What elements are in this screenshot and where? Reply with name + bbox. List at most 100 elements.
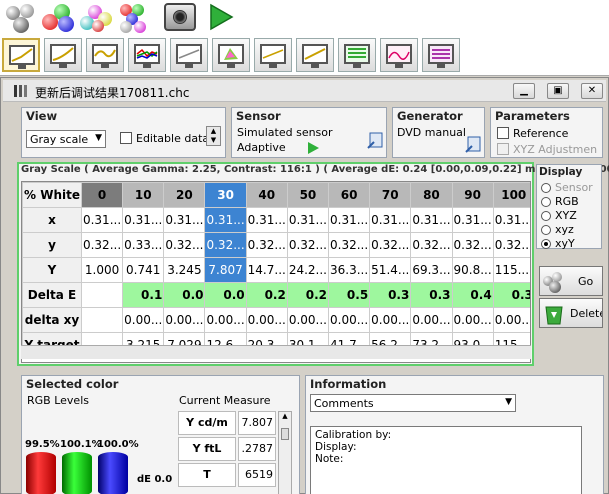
table-cell[interactable]: 0.00...: [204, 307, 247, 333]
table-cell[interactable]: 0.00...: [451, 307, 494, 333]
table-cell[interactable]: 51.4...: [369, 257, 412, 283]
close-button[interactable]: ✕: [581, 83, 603, 99]
table-cell[interactable]: 3.245: [163, 257, 206, 283]
table-cell[interactable]: 0.00...: [327, 307, 371, 333]
table-cell[interactable]: 0.3: [410, 282, 453, 308]
column-header[interactable]: 90: [451, 182, 494, 208]
information-select[interactable]: Comments ▼: [310, 394, 516, 412]
measures-list-icon[interactable]: [338, 38, 376, 72]
table-cell[interactable]: 0.31...: [204, 207, 247, 233]
table-cell[interactable]: 0.0: [204, 282, 247, 308]
table-cell[interactable]: 0.31...: [245, 207, 288, 233]
view-spin-button[interactable]: ▲ ▼: [206, 126, 221, 146]
table-cell[interactable]: 0.32...: [245, 232, 288, 258]
table-cell[interactable]: 0.32...: [327, 232, 371, 258]
table-cell[interactable]: 0.32...: [204, 232, 247, 258]
camera-icon[interactable]: [164, 3, 196, 31]
go-button[interactable]: Go: [539, 266, 603, 296]
table-cell[interactable]: 0.00...: [286, 307, 330, 333]
table-cell[interactable]: [80, 282, 124, 308]
gamma-log-graph-icon[interactable]: [296, 38, 334, 72]
table-cell[interactable]: 0.32...: [451, 232, 494, 258]
grayscale-table[interactable]: % White 0 10 20 30 40 50 60 70 80 90 100 x 0.31... 0.…: [21, 181, 531, 363]
measure-secondaries-icon[interactable]: [78, 2, 114, 34]
table-cell[interactable]: 0.32...: [163, 232, 206, 258]
table-cell[interactable]: 0.31...: [451, 207, 494, 233]
gamma-monitor-icon[interactable]: [2, 38, 40, 72]
measure-primaries-icon[interactable]: [40, 2, 76, 34]
measure-grays-icon[interactable]: [4, 2, 38, 34]
table-cell[interactable]: 7.807: [204, 257, 247, 283]
table-cell[interactable]: 0.4: [451, 282, 494, 308]
restore-button[interactable]: ▣: [547, 83, 569, 99]
measures-scrollbar[interactable]: ▲: [278, 411, 292, 494]
table-cell[interactable]: 0.31...: [410, 207, 453, 233]
minimize-button[interactable]: ▁: [513, 83, 535, 99]
table-cell[interactable]: 69.3...: [410, 257, 453, 283]
table-cell[interactable]: 0.31...: [163, 207, 206, 233]
display-option-xyz[interactable]: XYZ: [541, 209, 601, 223]
table-cell[interactable]: 0.33...: [122, 232, 165, 258]
table-cell[interactable]: 0.31...: [122, 207, 165, 233]
table-cell[interactable]: 0.00...: [245, 307, 288, 333]
table-cell[interactable]: 0.1: [122, 282, 165, 308]
rgb-levels-graph-icon[interactable]: [128, 38, 166, 72]
table-cell[interactable]: 0.31...: [80, 207, 124, 233]
display-option-sensor[interactable]: Sensor: [541, 181, 601, 195]
table-cell[interactable]: 0.32...: [492, 232, 530, 258]
measure-all-colors-icon[interactable]: [118, 2, 154, 34]
sensor-play-icon[interactable]: [306, 141, 320, 155]
table-cell[interactable]: 0.00...: [410, 307, 453, 333]
table-cell[interactable]: 0.0: [163, 282, 206, 308]
spectrum-graph-icon[interactable]: [380, 38, 418, 72]
luminance-graph-icon[interactable]: [44, 38, 82, 72]
delta-e-graph-icon[interactable]: [170, 38, 208, 72]
column-header[interactable]: 20: [163, 182, 206, 208]
table-cell[interactable]: [80, 307, 124, 333]
generator-config-icon[interactable]: [464, 136, 482, 154]
display-option-xyz[interactable]: xyz: [541, 223, 601, 237]
curve-graph-icon[interactable]: [86, 38, 124, 72]
table-cell[interactable]: 0.00...: [122, 307, 165, 333]
table-cell[interactable]: 0.32...: [80, 232, 124, 258]
table-cell[interactable]: 0.31...: [327, 207, 371, 233]
column-header[interactable]: 30: [204, 182, 247, 208]
table-cell[interactable]: 115....: [492, 257, 530, 283]
table-cell[interactable]: 0.00...: [492, 307, 530, 333]
display-option-xyy[interactable]: xyY: [541, 237, 601, 251]
color-temp-graph-icon[interactable]: [254, 38, 292, 72]
table-cell[interactable]: 0.5: [327, 282, 371, 308]
table-cell[interactable]: 1.000: [80, 257, 124, 283]
column-header[interactable]: 60: [327, 182, 371, 208]
column-header[interactable]: 40: [245, 182, 288, 208]
information-textarea[interactable]: Calibration by: Display: Note:: [310, 426, 582, 494]
column-header[interactable]: 50: [286, 182, 330, 208]
table-cell[interactable]: 0.3: [369, 282, 412, 308]
display-option-rgb[interactable]: RGB: [541, 195, 601, 209]
table-cell[interactable]: 0.00...: [163, 307, 206, 333]
xyz-adjustment-checkbox[interactable]: [497, 143, 509, 155]
sensor-config-icon[interactable]: [366, 132, 384, 150]
table-cell[interactable]: 0.32...: [369, 232, 412, 258]
saturation-graph-icon[interactable]: [422, 38, 460, 72]
column-header[interactable]: 80: [410, 182, 453, 208]
cie-diagram-icon[interactable]: [212, 38, 250, 72]
table-cell[interactable]: 0.31...: [369, 207, 412, 233]
table-cell[interactable]: 0.32...: [286, 232, 330, 258]
column-header[interactable]: 0: [80, 182, 124, 208]
horizontal-scrollbar[interactable]: [21, 345, 531, 359]
table-cell[interactable]: 24.2...: [286, 257, 330, 283]
table-cell[interactable]: 0.741: [122, 257, 165, 283]
table-cell[interactable]: 36.3...: [327, 257, 371, 283]
column-header[interactable]: 100: [492, 182, 530, 208]
column-header[interactable]: 10: [122, 182, 165, 208]
column-header[interactable]: 70: [369, 182, 412, 208]
table-cell[interactable]: 0.2: [245, 282, 288, 308]
table-cell[interactable]: 0.2: [286, 282, 330, 308]
table-cell[interactable]: 0.00...: [369, 307, 412, 333]
table-cell[interactable]: 0.32...: [410, 232, 453, 258]
view-mode-select[interactable]: Gray scale ▼: [26, 130, 106, 148]
table-cell[interactable]: 0.31...: [492, 207, 530, 233]
table-cell[interactable]: 90.8...: [451, 257, 494, 283]
table-cell[interactable]: 14.7...: [245, 257, 288, 283]
